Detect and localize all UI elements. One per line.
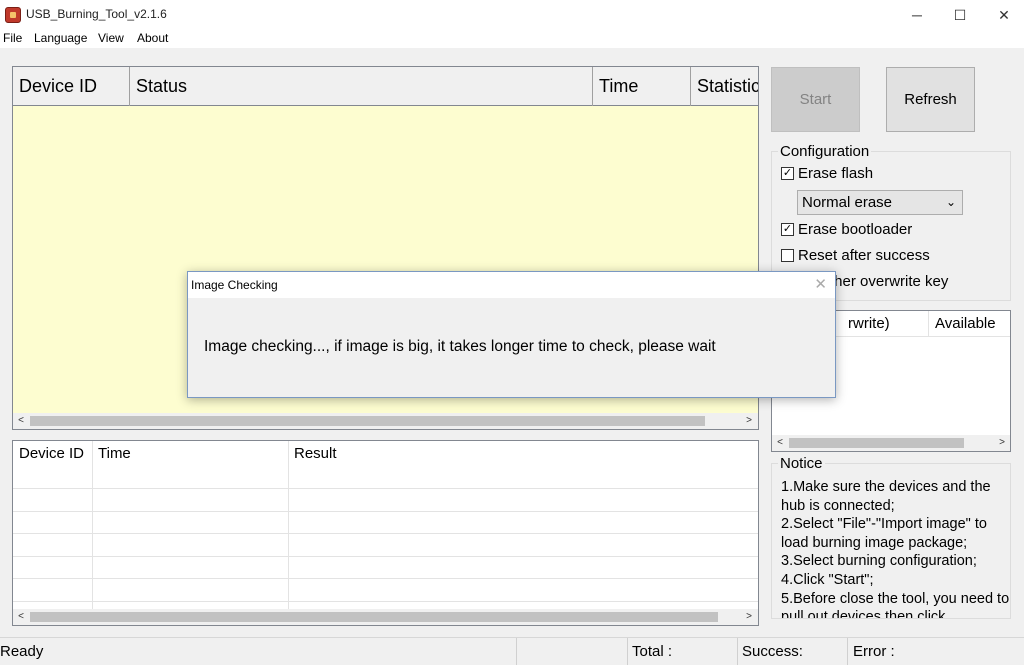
row-divider: [13, 533, 758, 534]
status-separator: [627, 638, 628, 665]
column-status[interactable]: Status: [130, 67, 593, 106]
checkbox-checked-icon: ✓: [781, 167, 794, 180]
status-separator: [516, 638, 517, 665]
dialog-close-icon[interactable]: ✕: [814, 275, 827, 293]
notice-body: 1.Make sure the devices and the hub is c…: [781, 479, 1010, 618]
checkbox-unchecked-icon: [781, 249, 794, 262]
scroll-right-arrow-icon[interactable]: >: [741, 609, 757, 625]
refresh-button[interactable]: Refresh: [886, 67, 975, 132]
device-grid-header: Device ID Status Time Statistic: [13, 67, 758, 106]
configuration-title: Configuration: [778, 143, 872, 160]
scroll-thumb[interactable]: [30, 416, 705, 426]
result-grid[interactable]: Device ID Time Result < >: [12, 440, 759, 626]
close-window-button[interactable]: ✕: [981, 0, 1024, 30]
status-error: Error :: [853, 643, 895, 660]
column-device-id[interactable]: Device ID: [13, 67, 130, 106]
notice-title: Notice: [778, 455, 825, 472]
erase-mode-value: Normal erase: [802, 194, 893, 211]
column-divider: [92, 441, 93, 611]
menu-about[interactable]: About: [137, 31, 168, 45]
menu-bar: File Language View About: [0, 30, 1024, 48]
dialog-message: Image checking..., if image is big, it t…: [204, 338, 716, 355]
reset-after-success-checkbox[interactable]: Reset after success: [781, 247, 930, 264]
result-column-device-id[interactable]: Device ID: [13, 441, 84, 467]
status-success: Success:: [742, 643, 803, 660]
key-table-hscrollbar[interactable]: < >: [772, 435, 1010, 451]
row-divider: [13, 556, 758, 557]
status-separator: [737, 638, 738, 665]
menu-view[interactable]: View: [98, 31, 124, 45]
checkbox-checked-icon: ✓: [781, 223, 794, 236]
erase-mode-select[interactable]: Normal erase ⌄: [797, 190, 963, 215]
title-bar: USB_Burning_Tool_v2.1.6 ─ ☐ ✕: [0, 0, 1024, 30]
erase-bootloader-label: Erase bootloader: [798, 221, 913, 238]
status-ready: Ready: [0, 643, 44, 660]
erase-flash-checkbox[interactable]: ✓ Erase flash: [781, 165, 873, 182]
scroll-thumb[interactable]: [789, 438, 964, 448]
menu-language[interactable]: Language: [34, 31, 87, 45]
scroll-right-arrow-icon[interactable]: >: [994, 435, 1010, 451]
column-divider: [288, 441, 289, 611]
scroll-left-arrow-icon[interactable]: <: [13, 413, 29, 429]
reset-after-success-label: Reset after success: [798, 247, 930, 264]
menu-file[interactable]: File: [3, 31, 22, 45]
overwrite-key-label: ther overwrite key: [830, 273, 949, 290]
column-statistic[interactable]: Statistic: [691, 67, 758, 106]
status-total: Total :: [632, 643, 673, 660]
notice-text: 1.Make sure the devices and the hub is c…: [781, 478, 1013, 618]
row-divider: [13, 578, 758, 579]
minimize-button[interactable]: ─: [894, 0, 940, 30]
result-column-time[interactable]: Time: [92, 441, 131, 467]
key-column-available[interactable]: Available: [929, 311, 1010, 337]
app-icon: [5, 7, 21, 23]
start-button[interactable]: Start: [771, 67, 860, 132]
row-divider: [13, 488, 758, 489]
row-divider: [13, 601, 758, 602]
erase-flash-label: Erase flash: [798, 165, 874, 182]
erase-bootloader-checkbox[interactable]: ✓ Erase bootloader: [781, 221, 912, 238]
result-column-result[interactable]: Result: [288, 441, 337, 467]
dialog-title: Image Checking: [188, 272, 835, 298]
column-time[interactable]: Time: [593, 67, 691, 106]
status-separator: [847, 638, 848, 665]
status-bar: Ready Total : Success: Error :: [0, 637, 1024, 665]
device-grid-hscrollbar[interactable]: < >: [13, 413, 758, 429]
maximize-button[interactable]: ☐: [937, 0, 983, 30]
overwrite-key-option[interactable]: ther overwrite key: [830, 273, 948, 290]
window-title: USB_Burning_Tool_v2.1.6: [26, 7, 167, 21]
scroll-left-arrow-icon[interactable]: <: [772, 435, 788, 451]
image-checking-dialog: Image Checking ✕ Image checking..., if i…: [187, 271, 836, 398]
chevron-down-icon: ⌄: [945, 195, 956, 209]
scroll-left-arrow-icon[interactable]: <: [13, 609, 29, 625]
row-divider: [13, 511, 758, 512]
scroll-right-arrow-icon[interactable]: >: [741, 413, 757, 429]
result-grid-hscrollbar[interactable]: < >: [13, 609, 758, 625]
scroll-thumb[interactable]: [30, 612, 718, 622]
